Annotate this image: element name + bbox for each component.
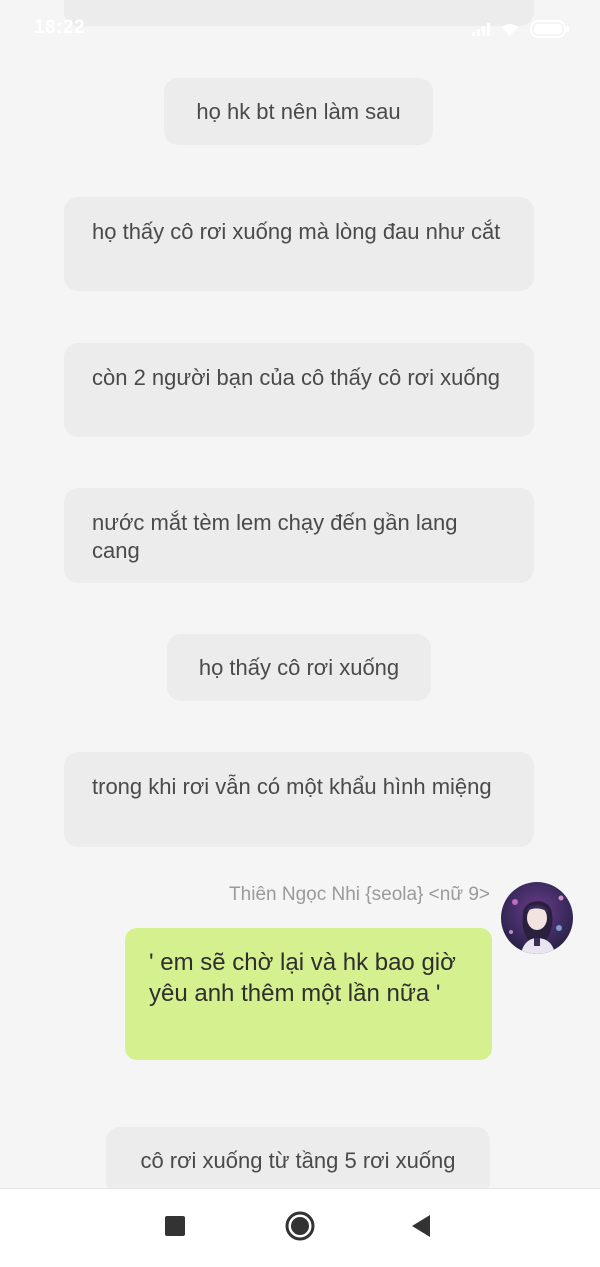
message-text: họ thấy cô rơi xuống bbox=[198, 654, 400, 680]
recents-button[interactable] bbox=[135, 1189, 215, 1267]
back-button[interactable] bbox=[381, 1189, 461, 1267]
message-text: cô rơi xuống từ tầng 5 rơi xuống bbox=[140, 1148, 456, 1173]
status-time: 18:22 bbox=[34, 17, 86, 38]
message-text: nước mắt tèm lem chạy đến gần lang cang bbox=[92, 510, 458, 563]
sender-name: Thiên Ngọc Nhi {seola} <nữ 9> bbox=[229, 884, 490, 905]
battery-icon bbox=[530, 20, 570, 38]
back-triangle-icon bbox=[410, 1214, 432, 1243]
message-bubble[interactable]: nước mắt tèm lem chạy đến gần lang cang bbox=[64, 488, 534, 583]
wifi-icon bbox=[500, 21, 520, 37]
message-bubble[interactable]: họ hk bt nên làm sau bbox=[164, 78, 433, 145]
message-bubble[interactable]: cô rơi xuống từ tầng 5 rơi xuống bbox=[106, 1127, 490, 1195]
message-text: họ hk bt nên làm sau bbox=[196, 98, 401, 124]
message-bubble[interactable]: trong khi rơi vẫn có một khẩu hình miệng bbox=[64, 752, 534, 847]
square-icon bbox=[164, 1215, 186, 1242]
message-bubble[interactable]: còn 2 người bạn của cô thấy cô rơi xuống bbox=[64, 343, 534, 437]
status-bar: 18:22 bbox=[0, 0, 600, 58]
message-text: còn 2 người bạn của cô thấy cô rơi xuống bbox=[92, 365, 501, 390]
status-icons bbox=[472, 20, 570, 38]
message-bubble[interactable]: họ thấy cô rơi xuống bbox=[167, 634, 431, 701]
signal-icon bbox=[472, 22, 490, 36]
my-message-bubble[interactable]: ' em sẽ chờ lại và hk bao giờ yêu anh th… bbox=[125, 928, 492, 1060]
system-nav-bar bbox=[0, 1188, 600, 1267]
message-text: ' em sẽ chờ lại và hk bao giờ yêu anh th… bbox=[149, 949, 456, 1007]
message-bubble[interactable]: họ thấy cô rơi xuống mà lòng đau như cắt bbox=[64, 197, 534, 291]
chat-screen: 18:22 họ hk bt nên làm sau họ thấy cô rơ… bbox=[0, 0, 600, 1267]
circle-icon bbox=[285, 1211, 315, 1246]
avatar[interactable] bbox=[501, 882, 573, 954]
message-text: trong khi rơi vẫn có một khẩu hình miệng bbox=[92, 774, 492, 799]
home-button[interactable] bbox=[260, 1189, 340, 1267]
message-text: họ thấy cô rơi xuống mà lòng đau như cắt bbox=[92, 219, 501, 244]
